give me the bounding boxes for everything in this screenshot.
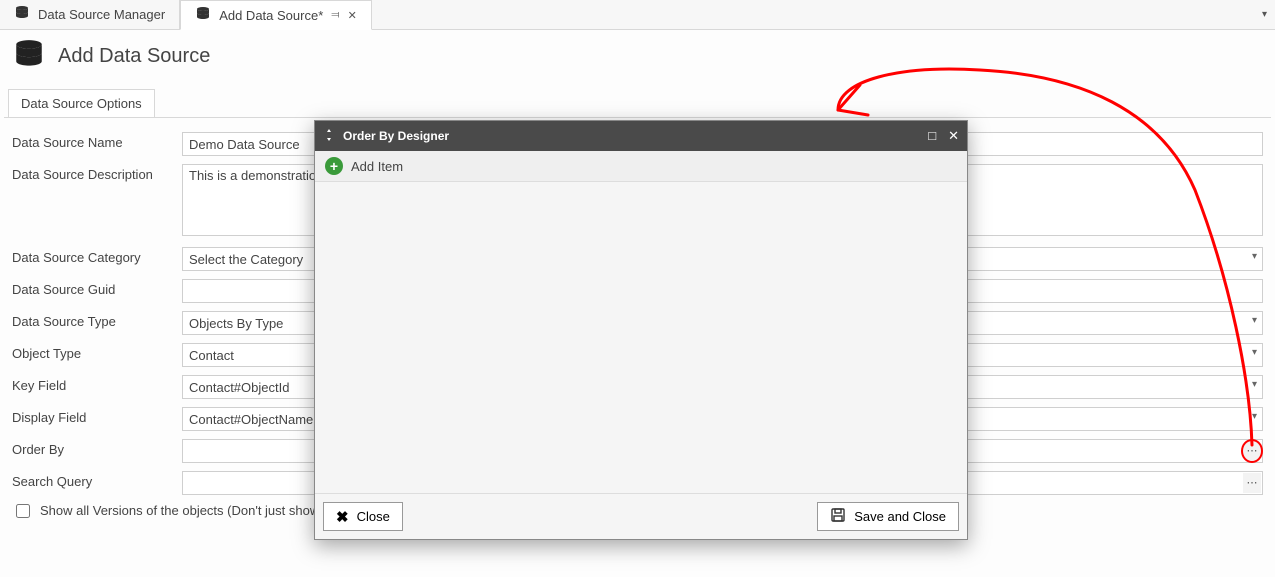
dialog-body [315, 182, 967, 493]
save-button-label: Save and Close [854, 509, 946, 524]
label-data-source-name: Data Source Name [12, 132, 182, 150]
drag-handle-icon [323, 129, 335, 144]
page-title: Add Data Source [58, 45, 210, 68]
search-query-ellipsis-button[interactable]: ⋯ [1243, 473, 1261, 493]
add-item-button[interactable]: + Add Item [315, 151, 967, 182]
label-search-query: Search Query [12, 471, 182, 489]
inner-tabs: Data Source Options [8, 89, 1275, 117]
tab-label: Data Source Manager [38, 7, 165, 22]
order-by-designer-dialog: Order By Designer □ ✕ + Add Item ✖ Close… [314, 120, 968, 540]
close-button[interactable]: ✖ Close [323, 502, 403, 531]
page-header: Add Data Source [0, 30, 1275, 81]
pin-icon[interactable]: ⫤ [331, 9, 339, 22]
save-and-close-button[interactable]: Save and Close [817, 502, 959, 531]
database-icon [12, 38, 46, 75]
save-icon [830, 507, 846, 526]
top-tabstrip: Data Source Manager Add Data Source* ⫤ ✕… [0, 0, 1275, 30]
database-icon [195, 6, 211, 25]
close-button-label: Close [357, 509, 390, 524]
dialog-footer: ✖ Close Save and Close [315, 493, 967, 539]
close-icon[interactable]: ✕ [348, 9, 357, 22]
label-data-source-guid: Data Source Guid [12, 279, 182, 297]
tab-overflow-button[interactable]: ▾ [1254, 0, 1275, 29]
label-order-by: Order By [12, 439, 182, 457]
label-data-source-description: Data Source Description [12, 164, 182, 182]
plus-icon: + [325, 157, 343, 175]
tab-data-source-options[interactable]: Data Source Options [8, 89, 155, 117]
tab-data-source-manager[interactable]: Data Source Manager [0, 0, 180, 29]
tab-label: Add Data Source* [219, 8, 323, 23]
close-icon[interactable]: ✕ [948, 128, 959, 144]
dialog-titlebar[interactable]: Order By Designer □ ✕ [315, 121, 967, 151]
add-item-label: Add Item [351, 159, 403, 174]
maximize-icon[interactable]: □ [928, 128, 936, 144]
order-by-ellipsis-button[interactable]: ⋯ [1243, 441, 1261, 461]
label-display-field: Display Field [12, 407, 182, 425]
tab-add-data-source[interactable]: Add Data Source* ⫤ ✕ [180, 0, 372, 30]
label-data-source-category: Data Source Category [12, 247, 182, 265]
show-all-versions-checkbox[interactable] [16, 504, 30, 518]
dialog-title: Order By Designer [343, 129, 449, 143]
label-object-type: Object Type [12, 343, 182, 361]
x-icon: ✖ [336, 508, 349, 526]
database-icon [14, 5, 30, 24]
label-key-field: Key Field [12, 375, 182, 393]
label-data-source-type: Data Source Type [12, 311, 182, 329]
